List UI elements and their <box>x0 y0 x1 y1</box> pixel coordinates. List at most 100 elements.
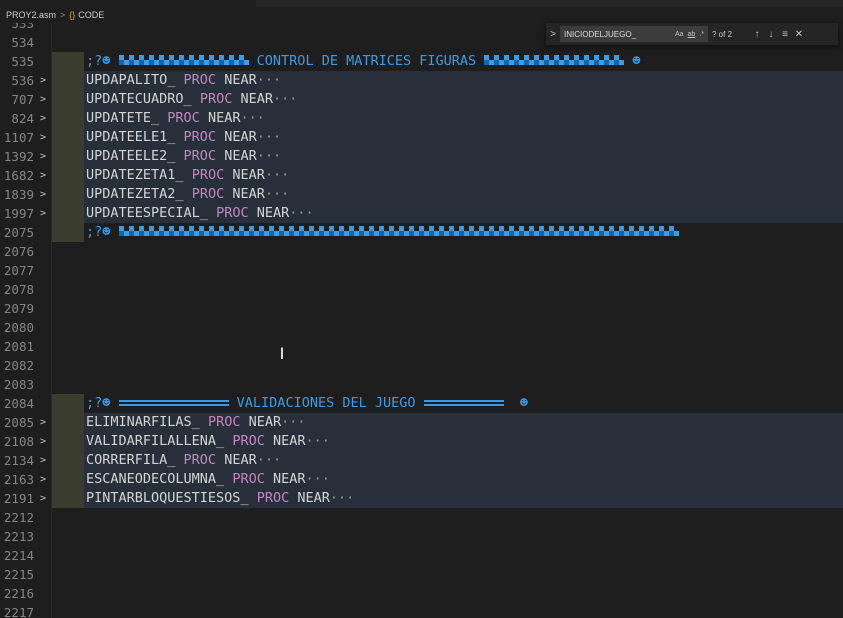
code-text[interactable]: ELIMINARFILAS_ PROC NEAR··· <box>86 413 306 432</box>
line-number: 2217 <box>3 605 34 618</box>
code-line[interactable]: 707 > UPDATECUADRO_ PROC NEAR··· <box>0 90 843 109</box>
code-line[interactable]: 2085 > ELIMINARFILAS_ PROC NEAR··· <box>0 413 843 432</box>
code-text[interactable]: UPDATEELE2_ PROC NEAR··· <box>86 147 281 166</box>
breadcrumb-symbol[interactable]: CODE <box>78 10 104 20</box>
code-line[interactable]: 535 ;?☻ CONTROL DE MATRICES FIGURAS ☻ <box>0 52 843 71</box>
checker-block <box>514 55 525 67</box>
line-number: 2215 <box>3 567 34 582</box>
code-line[interactable]: 824 > UPDATETE_ PROC NEAR··· <box>0 109 843 128</box>
code-line[interactable]: 2216 <box>0 584 843 603</box>
code-line[interactable]: 2075 ;?☻ <box>0 223 843 242</box>
checker-block <box>524 55 535 67</box>
fold-chevron-icon[interactable]: > <box>38 90 48 109</box>
proc-keyword: PROC <box>183 72 217 88</box>
line-number: 2080 <box>3 320 34 335</box>
code-editor[interactable]: 533 534 535 ;?☻ CONTROL DE MATRICES FIGURAS… <box>0 23 843 618</box>
code-line[interactable]: 2077 <box>0 261 843 280</box>
code-text[interactable]: UPDAPALITO_ PROC NEAR··· <box>86 71 281 90</box>
code-line[interactable]: 2134 > CORRERFILA_ PROC NEAR··· <box>0 451 843 470</box>
checker-block <box>618 226 629 238</box>
code-line[interactable]: 1997 > UPDATEESPECIAL_ PROC NEAR··· <box>0 204 843 223</box>
code-line[interactable]: 2079 <box>0 299 843 318</box>
code-line[interactable]: 1107 > UPDATEELE1_ PROC NEAR··· <box>0 128 843 147</box>
breadcrumb-file[interactable]: PROY2.asm <box>6 10 56 20</box>
checker-block <box>438 226 449 238</box>
comment-banner-left <box>118 53 249 69</box>
selection-highlight <box>52 451 84 470</box>
proc-keyword: PROC <box>183 452 217 468</box>
code-line[interactable]: 2080 <box>0 318 843 337</box>
code-text[interactable]: UPDATEELE1_ PROC NEAR··· <box>86 128 281 147</box>
code-line[interactable]: 2083 <box>0 375 843 394</box>
find-in-selection-icon[interactable]: ≡ <box>778 29 792 40</box>
checker-block <box>218 55 229 67</box>
match-whole-word-icon[interactable]: ab <box>688 31 696 38</box>
toggle-replace-icon[interactable]: > <box>546 29 560 40</box>
line-number: 1107 <box>3 130 34 145</box>
code-text[interactable]: VALIDARFILALLENA_ PROC NEAR··· <box>86 432 330 451</box>
code-text[interactable]: CORRERFILA_ PROC NEAR··· <box>86 451 281 470</box>
code-line[interactable]: 2191 > PINTARBLOQUESTIESOS_ PROC NEAR··· <box>0 489 843 508</box>
proc-name: UPDATEZETA1_ <box>86 167 184 183</box>
code-line[interactable]: 2082 <box>0 356 843 375</box>
fold-chevron-icon[interactable]: > <box>38 432 48 451</box>
fold-chevron-icon[interactable]: > <box>38 451 48 470</box>
active-tab[interactable] <box>0 0 256 7</box>
code-text[interactable]: ;?☻ VALIDACIONES DEL JUEGO ☻ <box>86 394 528 413</box>
match-case-icon[interactable]: Aa <box>675 31 684 38</box>
code-line[interactable]: 2108 > VALIDARFILALLENA_ PROC NEAR··· <box>0 432 843 451</box>
checker-block <box>298 226 309 238</box>
code-line[interactable]: 2213 <box>0 527 843 546</box>
fold-chevron-icon[interactable]: > <box>38 489 48 508</box>
comment-end-glyph: ☻ <box>519 395 529 411</box>
checker-block <box>318 226 329 238</box>
checker-block <box>504 55 515 67</box>
close-find-icon[interactable]: ✕ <box>792 29 806 40</box>
code-line[interactable]: 2214 <box>0 546 843 565</box>
next-match-icon[interactable]: ↓ <box>764 29 778 40</box>
code-line[interactable]: 2212 <box>0 508 843 527</box>
fold-chevron-icon[interactable]: > <box>38 128 48 147</box>
checker-block <box>338 226 349 238</box>
code-text[interactable]: UPDATETE_ PROC NEAR··· <box>86 109 265 128</box>
comment-prefix: ;?☻ <box>86 395 111 411</box>
code-line[interactable]: 2081 <box>0 337 843 356</box>
fold-chevron-icon[interactable]: > <box>38 147 48 166</box>
fold-chevron-icon[interactable]: > <box>38 71 48 90</box>
code-text[interactable]: ;?☻ CONTROL DE MATRICES FIGURAS ☻ <box>86 52 641 71</box>
code-line[interactable]: 1839 > UPDATEZETA2_ PROC NEAR··· <box>0 185 843 204</box>
fold-chevron-icon[interactable]: > <box>38 185 48 204</box>
fold-chevron-icon[interactable]: > <box>38 413 48 432</box>
fold-chevron-icon[interactable]: > <box>38 204 48 223</box>
folded-ellipsis: ··· <box>264 186 290 202</box>
code-text[interactable]: PINTARBLOQUESTIESOS_ PROC NEAR··· <box>86 489 354 508</box>
code-line[interactable]: 536 > UPDAPALITO_ PROC NEAR··· <box>0 71 843 90</box>
tab-strip <box>0 0 843 7</box>
find-input-value[interactable]: INICIODELJUEGO_ <box>564 30 671 39</box>
fold-chevron-icon[interactable]: > <box>38 470 48 489</box>
code-line[interactable]: 2078 <box>0 280 843 299</box>
previous-match-icon[interactable]: ↑ <box>750 29 764 40</box>
code-text[interactable]: ESCANEODECOLUMNA_ PROC NEAR··· <box>86 470 330 489</box>
code-line[interactable]: 2217 <box>0 603 843 618</box>
fold-chevron-icon[interactable]: > <box>38 166 48 185</box>
regex-icon[interactable]: .* <box>699 31 704 38</box>
line-number: 2078 <box>3 282 34 297</box>
line-number: 535 <box>11 54 34 69</box>
checker-block <box>544 55 555 67</box>
proc-keyword: PROC <box>256 490 290 506</box>
fold-chevron-icon[interactable]: > <box>38 109 48 128</box>
code-line[interactable]: 2163 > ESCANEODECOLUMNA_ PROC NEAR··· <box>0 470 843 489</box>
code-text[interactable]: UPDATEZETA2_ PROC NEAR··· <box>86 185 289 204</box>
code-line[interactable]: 1392 > UPDATEELE2_ PROC NEAR··· <box>0 147 843 166</box>
code-line[interactable]: 2076 <box>0 242 843 261</box>
code-text[interactable]: UPDATECUADRO_ PROC NEAR··· <box>86 90 297 109</box>
code-text[interactable]: UPDATEESPECIAL_ PROC NEAR··· <box>86 204 314 223</box>
code-line[interactable]: 1682 > UPDATEZETA1_ PROC NEAR··· <box>0 166 843 185</box>
code-line[interactable]: 2215 <box>0 565 843 584</box>
code-line[interactable]: 2084 ;?☻ VALIDACIONES DEL JUEGO ☻ <box>0 394 843 413</box>
code-text[interactable]: UPDATEZETA1_ PROC NEAR··· <box>86 166 289 185</box>
code-text[interactable]: ;?☻ <box>86 223 679 242</box>
near-keyword: NEAR <box>297 490 330 506</box>
find-input[interactable]: INICIODELJUEGO_ Aa ab .* <box>560 26 708 42</box>
